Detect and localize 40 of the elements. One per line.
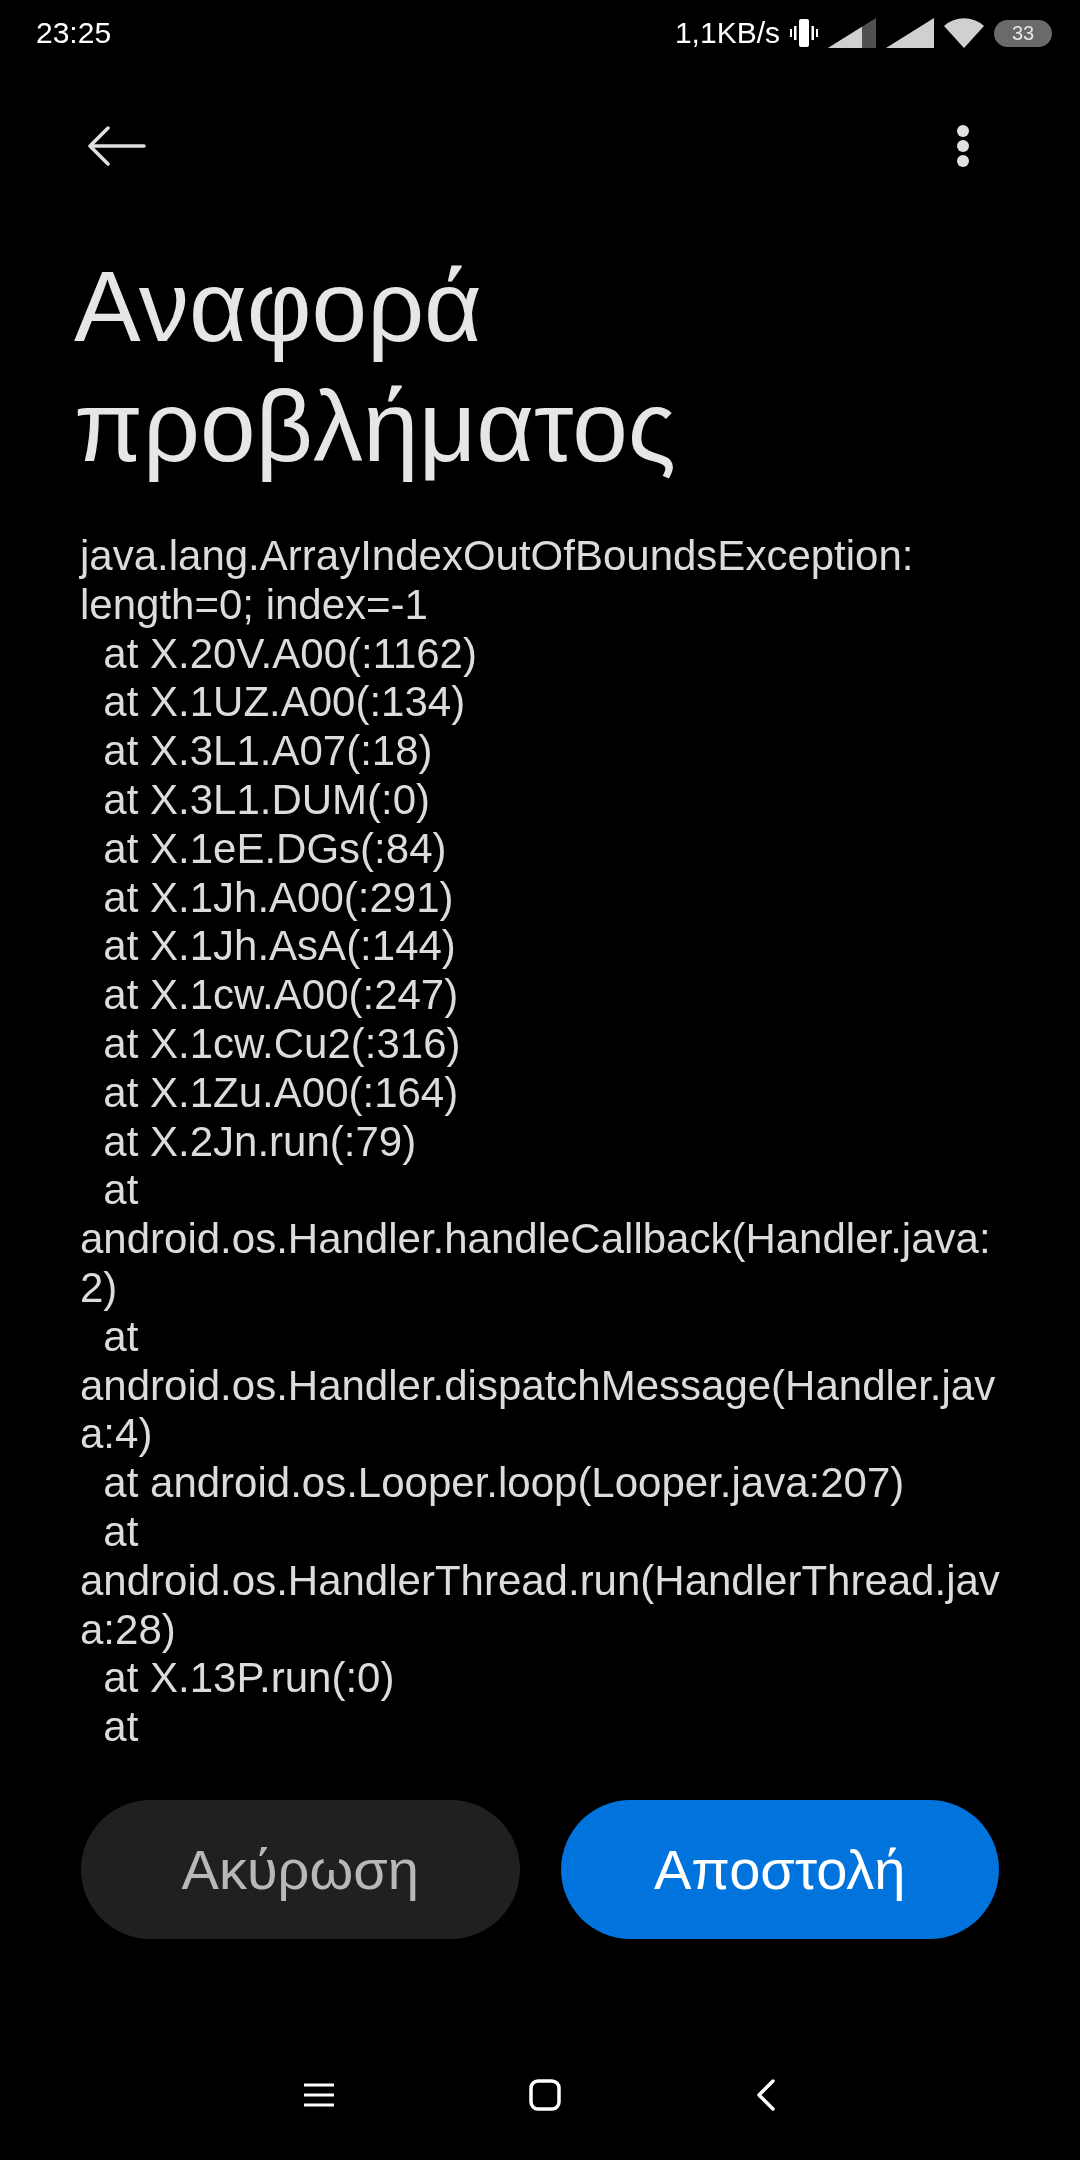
stack-trace-line: android.os.Handler.handleCallback(Handler.java: [80,1215,991,1264]
stack-trace-line: at X.1cw.A00(:247) [102,971,459,1020]
stack-trace-line: at X.13P.run(:0) [102,1654,395,1704]
stack-trace-line: at X.1eE.DGs(:84) [102,824,447,874]
signal-icon [828,18,876,48]
stack-trace-line: at X.1Zu.A00(:164) [102,1068,459,1118]
wifi-icon [944,18,984,48]
stack-trace-line: at X.3L1.A07(:18) [102,727,433,776]
stack-trace-line: at [102,1507,139,1557]
phone-vibration-icon [790,18,818,48]
menu-icon[interactable] [304,2083,334,2107]
page-title: Αναφορά προβλήματος [73,249,677,484]
send-button[interactable]: Αποστολή [560,1799,999,1939]
stack-trace-line: at [102,1312,139,1362]
stack-trace-line: at X.1Jh.AsA(:144) [102,922,456,972]
cancel-button[interactable]: Ακύρωση [81,1799,520,1939]
status-time: 23:25 [36,16,112,50]
stack-trace-line: at X.1UZ.A00(:134) [102,678,466,728]
stack-trace-line: a:28) [80,1605,176,1655]
network-speed: 1,1KB/s [674,16,780,50]
stack-trace-line: a:4) [80,1410,153,1460]
stack-trace-line: at X.2Jn.run(:79) [102,1117,417,1167]
signal-icon [886,18,934,48]
stack-trace-line: android.os.Handler.dispatchMessage(Handler.jav [80,1361,996,1411]
stack-trace-line: length=0; index=-1 [80,580,428,630]
battery-indicator: 33 [994,19,1052,47]
stack-trace-line: at X.20V.A00(:1162) [102,629,477,679]
stack-trace-line: at X.1cw.Cu2(:316) [102,1019,461,1069]
stack-trace-line: at android.os.Looper.loop(Looper.java:207) [102,1459,905,1508]
back-arrow-icon[interactable] [88,126,146,166]
stack-trace-line: android.os.HandlerThread.run(HandlerThread.jav [80,1556,1000,1606]
back-chevron-icon[interactable] [756,2079,776,2111]
stack-trace-line: at X.3L1.DUM(:0) [102,776,431,825]
stack-trace-line: java.lang.ArrayIndexOutOfBoundsException: [80,532,914,581]
more-options-icon[interactable] [956,124,970,168]
stack-trace-line: at X.1Jh.A00(:291) [102,873,454,923]
stack-trace-line: 2) [80,1263,118,1313]
stack-trace-line: at [102,1166,139,1216]
home-square-icon[interactable] [529,2079,561,2111]
stack-trace-line: at [102,1703,139,1752]
